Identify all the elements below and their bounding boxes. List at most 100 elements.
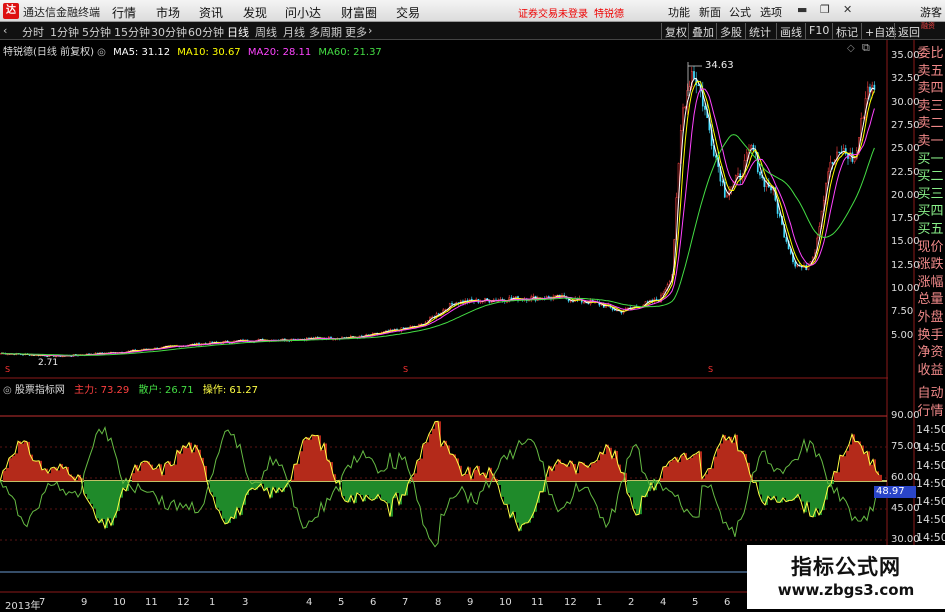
main-force-bar [378,481,381,495]
indicator-side-label: 14:50 [916,494,945,509]
main-force-bar [3,471,6,481]
main-force-bar [36,461,39,481]
main-force-bar [594,462,597,481]
main-force-bar [762,481,765,502]
date-tick: 6 [370,597,376,608]
main-force-bar [666,466,669,481]
date-tick: 4 [306,597,312,608]
main-force-bar [186,448,189,481]
candle-body [746,153,747,161]
main-force-bar [162,475,165,481]
main-force-bar [816,481,819,509]
main-force-bar [606,445,609,481]
indicator-side-label: 自动 [916,386,945,401]
main-force-bar [177,450,180,481]
main-force-bar [669,462,672,481]
main-force-bar [180,454,183,481]
watermark: 指标公式网 www.zbgs3.com [747,545,945,609]
main-force-bar [678,462,681,481]
ma5-line [1,78,874,356]
main-force-bar [870,465,873,481]
main-force-bar [789,481,792,500]
main-force-bar [156,468,159,481]
main-force-bar [612,458,615,481]
main-force-bar [15,453,18,481]
main-force-bar [660,478,663,481]
quote-field-label: 买三 [916,187,945,202]
main-force-bar [846,451,849,481]
main-force-bar [603,454,606,481]
main-force-bar [171,466,174,481]
ma60-line [1,135,874,356]
date-tick: 10 [499,597,512,608]
main-force-bar [600,452,603,481]
candle-body [797,265,798,266]
main-force-bar [663,467,666,481]
quote-field-label: 买二 [916,169,945,184]
main-force-bar [87,481,90,499]
date-tick: 2013年 [5,597,40,612]
main-force-bar [579,462,582,481]
main-force-bar [90,481,93,504]
main-force-bar [759,481,762,495]
main-force-bar [12,456,15,481]
main-force-bar [51,468,54,481]
main-force-bar [384,481,387,501]
ma10-line [1,81,874,356]
kline-chart[interactable]: SSS [0,0,945,609]
main-force-bar [690,458,693,481]
main-force-bar [351,481,354,495]
quote-field-label: 买五 [916,222,945,237]
main-force-bar [237,481,240,508]
main-force-bar [222,481,225,519]
main-force-bar [327,460,330,481]
main-force-bar [342,481,345,496]
main-force-bar [516,481,519,523]
main-force-bar [693,455,696,481]
candle-body [779,214,780,217]
quote-field-label: 卖一 [916,134,945,149]
main-force-bar [192,452,195,481]
main-force-bar [843,456,846,481]
candle-body [693,71,694,78]
date-tick: 11 [145,597,158,608]
main-force-bar [774,481,777,496]
candle-body [722,181,723,182]
main-force-bar [741,451,744,481]
main-force-bar [63,469,66,481]
main-force-bar [528,481,531,523]
candle-body [533,296,534,297]
main-force-bar [732,443,735,481]
main-force-bar [513,481,516,512]
date-tick: 6 [724,597,730,608]
main-force-bar [57,470,60,481]
main-force-bar [642,481,645,496]
main-force-bar [507,481,510,504]
main-force-bar [9,458,12,481]
date-tick: 7 [402,597,408,608]
candle-body [491,302,492,303]
main-force-bar [183,446,186,481]
quote-field-label: 卖四 [916,81,945,96]
indicator-side-label: 14:50 [916,458,945,473]
main-force-bar [498,481,501,485]
low-price-label: 2.71 [38,358,58,368]
candle-body [867,87,868,98]
date-tick: 9 [467,597,473,608]
main-force-bar [369,481,372,499]
main-force-bar [414,473,417,481]
quote-field-label: 卖二 [916,116,945,131]
main-force-bar [858,441,861,481]
date-tick: 1 [596,597,602,608]
main-force-bar [723,435,726,481]
main-force-bar [462,476,465,481]
main-force-bar [597,460,600,481]
main-force-bar [84,481,87,494]
main-force-bar [837,472,840,481]
main-force-bar [141,463,144,481]
main-force-bar [711,468,714,481]
main-force-bar [210,481,213,492]
main-force-bar [225,481,228,524]
main-force-bar [402,481,405,495]
main-force-bar [279,481,282,488]
